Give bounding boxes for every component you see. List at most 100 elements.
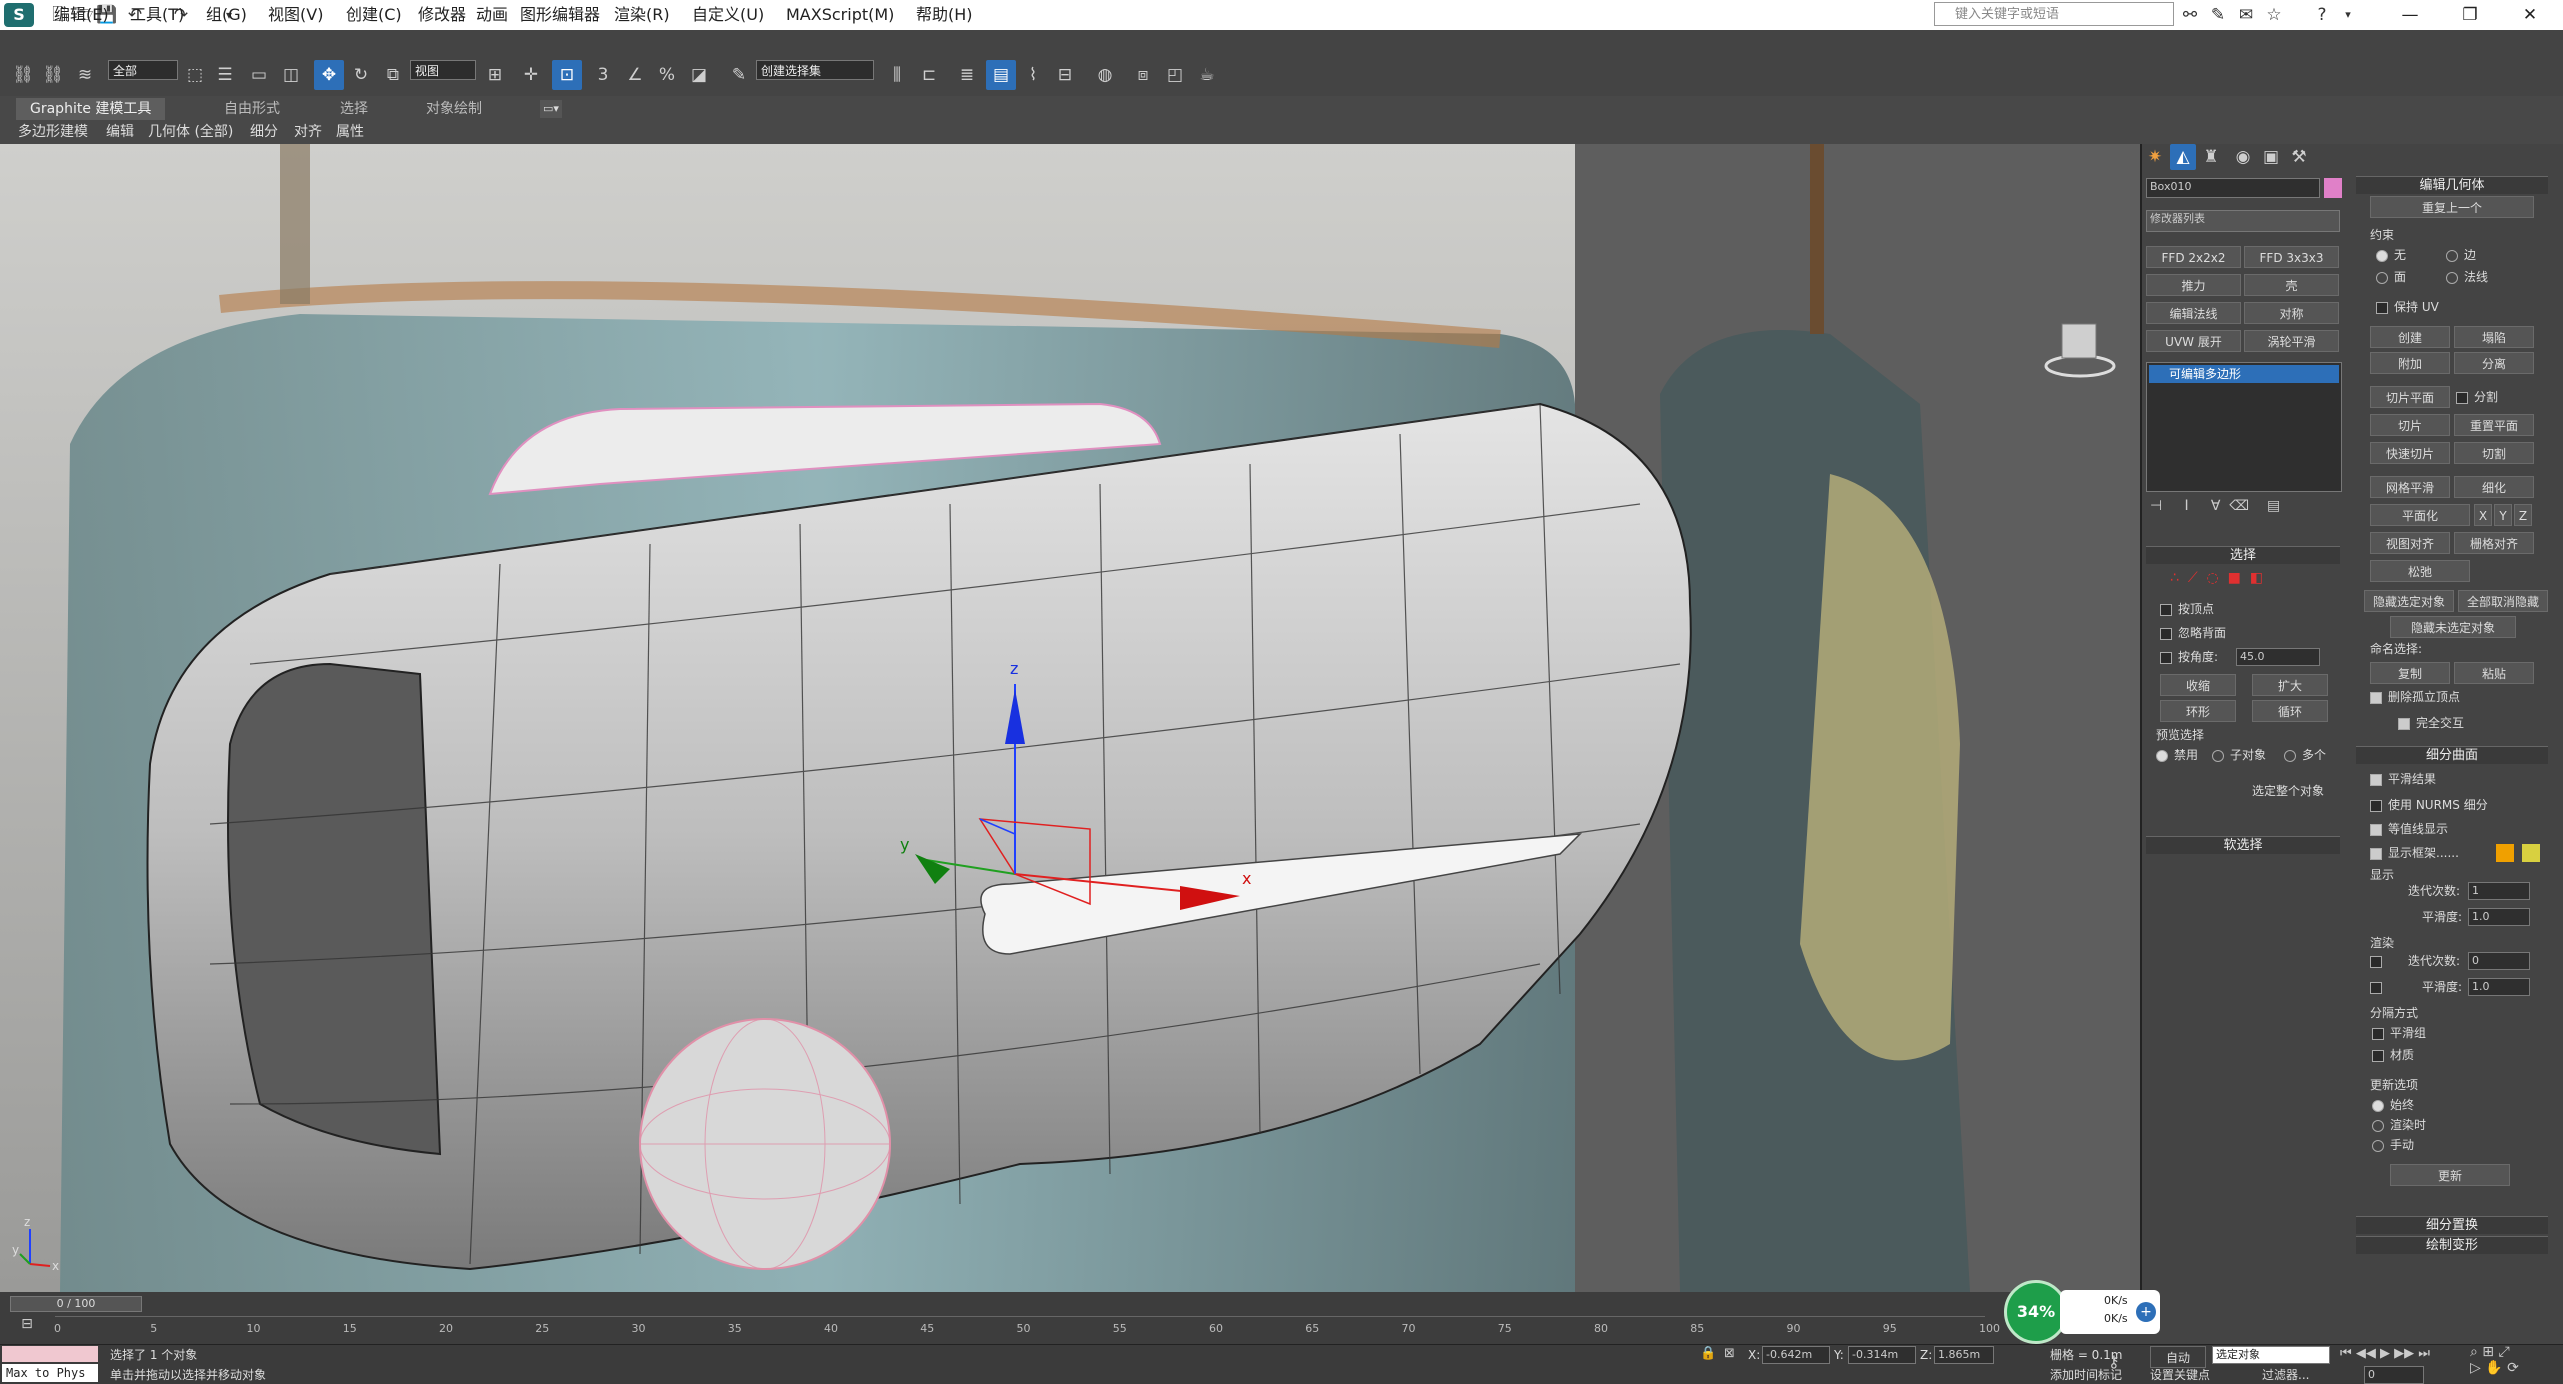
maximize-icon[interactable]: ❐ (2440, 0, 2500, 30)
render-smoothness-checkbox[interactable] (2370, 978, 2388, 996)
cage-color-swatch-1[interactable] (2496, 844, 2514, 862)
menu-edit[interactable]: 编辑(E) (54, 3, 109, 27)
render-iterations-checkbox[interactable] (2370, 952, 2388, 970)
materials-checkbox[interactable]: 材质 (2372, 1046, 2414, 1064)
isoline-display-checkbox[interactable]: 等值线显示 (2370, 820, 2448, 838)
paste-button[interactable]: 粘贴 (2454, 662, 2534, 684)
update-button[interactable]: 更新 (2390, 1164, 2510, 1186)
ignore-backface-checkbox[interactable]: 忽略背面 (2160, 624, 2226, 642)
render-iterations-spinner[interactable]: 0 (2468, 952, 2530, 970)
ribbon-tab-freeform[interactable]: 自由形式 (210, 98, 294, 120)
ffd-2x2x2-button[interactable]: FFD 2x2x2 (2146, 246, 2241, 268)
show-end-result-icon[interactable]: Ⅰ (2184, 498, 2188, 514)
update-manual-radio[interactable]: 手动 (2372, 1136, 2414, 1154)
zoom-all-icon[interactable]: ⊞ (2482, 1344, 2494, 1360)
spinner-snap-icon[interactable]: ◪ (684, 60, 714, 90)
help-icon[interactable]: ? (2308, 2, 2336, 28)
paint-deformation-rollout-header[interactable]: 绘制变形 (2356, 1236, 2548, 1254)
manipulate-icon[interactable]: ✛ (516, 60, 546, 90)
make-unique-icon[interactable]: ∀ (2211, 498, 2221, 514)
ribbon-subdivision[interactable]: 细分 (250, 121, 278, 143)
align-icon[interactable]: ⊏ (914, 60, 944, 90)
cage-color-swatch-2[interactable] (2522, 844, 2540, 862)
object-name-field[interactable]: Box010 (2146, 178, 2320, 198)
tessellate-button[interactable]: 细化 (2454, 476, 2534, 498)
prev-frame-icon[interactable]: ◀◀ (2356, 1346, 2376, 1361)
ribbon-geometry-all[interactable]: 几何体 (全部) (148, 121, 233, 143)
constraint-edge-radio[interactable]: 边 (2446, 246, 2476, 264)
bind-space-warp-icon[interactable]: ≋ (70, 60, 100, 90)
vertex-icon[interactable]: ∴ (2170, 570, 2179, 586)
help-dropdown-icon[interactable]: ▾ (2334, 2, 2362, 28)
layer-manager-icon[interactable]: ≣ (952, 60, 982, 90)
full-interactivity-checkbox[interactable]: 完全交互 (2398, 714, 2464, 732)
select-and-scale-icon[interactable]: ⧉ (378, 60, 408, 90)
ribbon-options-icon[interactable]: ▭▾ (540, 100, 562, 118)
selection-filter-dropdown[interactable]: 全部 (108, 60, 178, 80)
collapse-button[interactable]: 塌陷 (2454, 326, 2534, 348)
subdivision-surface-rollout-header[interactable]: 细分曲面 (2356, 746, 2548, 764)
detach-button[interactable]: 分离 (2454, 352, 2534, 374)
pivot-center-icon[interactable]: ⊞ (480, 60, 510, 90)
app-logo-icon[interactable]: S (4, 3, 34, 27)
motion-tab-icon[interactable]: ◉ (2230, 144, 2256, 170)
copy-button[interactable]: 复制 (2370, 662, 2450, 684)
preview-subobject-radio[interactable]: 子对象 (2212, 746, 2266, 764)
plus-icon[interactable]: + (2136, 1302, 2156, 1322)
ribbon-tab-object-paint[interactable]: 对象绘制 (412, 98, 496, 120)
menu-create[interactable]: 创建(C) (346, 3, 402, 27)
delete-isolated-checkbox[interactable]: 删除孤立顶点 (2370, 688, 2460, 706)
key-filters-button[interactable]: 过滤器... (2262, 1366, 2309, 1384)
menu-view[interactable]: 视图(V) (268, 3, 323, 27)
select-and-rotate-icon[interactable]: ↻ (346, 60, 376, 90)
select-object-icon[interactable]: ⬚ (180, 60, 210, 90)
menu-group[interactable]: 组(G) (206, 3, 247, 27)
polygon-icon[interactable]: ■ (2228, 570, 2241, 586)
selection-rollout-header[interactable]: 选择 (2146, 546, 2340, 564)
render-production-icon[interactable]: ☕ (1192, 60, 1222, 90)
preserve-uv-checkbox[interactable]: 保持 UV (2376, 298, 2439, 316)
create-tab-icon[interactable]: ✷ (2142, 144, 2168, 170)
x-coord-field[interactable]: -0.642m (1762, 1346, 1830, 1364)
planarize-y-button[interactable]: Y (2494, 504, 2512, 526)
communication-icon[interactable]: ✉ (2232, 2, 2260, 28)
edge-icon[interactable]: ⟋ (2188, 570, 2198, 586)
soft-selection-rollout-header[interactable]: 软选择 (2146, 836, 2340, 854)
play-icon[interactable]: ▶ (2380, 1346, 2390, 1361)
curve-editor-icon[interactable]: ⌇ (1018, 60, 1048, 90)
unhide-all-button[interactable]: 全部取消隐藏 (2458, 590, 2548, 612)
preview-off-radio[interactable]: 禁用 (2156, 746, 2198, 764)
menu-maxscript[interactable]: MAXScript(M) (786, 3, 894, 27)
object-color-swatch[interactable] (2324, 178, 2342, 198)
y-coord-field[interactable]: -0.314m (1848, 1346, 1916, 1364)
turbosmooth-button[interactable]: 涡轮平滑 (2244, 330, 2339, 352)
reference-coordinate-dropdown[interactable]: 视图 (410, 60, 476, 80)
split-checkbox[interactable]: 分割 (2456, 388, 2498, 406)
slice-plane-button[interactable]: 切片平面 (2370, 386, 2450, 408)
goto-end-icon[interactable]: ⏭ (2418, 1346, 2430, 1361)
cut-button[interactable]: 切割 (2454, 442, 2534, 464)
mirror-icon[interactable]: ⫼ (882, 60, 912, 90)
ring-button[interactable]: 环形 (2160, 700, 2236, 722)
view-align-button[interactable]: 视图对齐 (2370, 532, 2450, 554)
schematic-view-icon[interactable]: ⊟ (1050, 60, 1080, 90)
planarize-x-button[interactable]: X (2474, 504, 2492, 526)
menu-customize[interactable]: 自定义(U) (692, 3, 764, 27)
ribbon-tab-selection[interactable]: 选择 (326, 98, 382, 120)
absolute-mode-icon[interactable]: ⊠ (1724, 1346, 1738, 1362)
use-nurms-checkbox[interactable]: 使用 NURMS 细分 (2370, 796, 2488, 814)
select-and-move-icon[interactable]: ✥ (314, 60, 344, 90)
planarize-z-button[interactable]: Z (2514, 504, 2532, 526)
menu-help[interactable]: 帮助(H) (916, 3, 973, 27)
display-tab-icon[interactable]: ▣ (2258, 144, 2284, 170)
perspective-viewport[interactable]: z x y z x y (0, 144, 2140, 1292)
time-slider[interactable]: 0 / 100 (10, 1296, 142, 1312)
ribbon-poly-modeling[interactable]: 多边形建模 (18, 121, 88, 143)
hide-selected-button[interactable]: 隐藏选定对象 (2364, 590, 2454, 612)
select-by-name-icon[interactable]: ☰ (210, 60, 240, 90)
quickslice-button[interactable]: 快速切片 (2370, 442, 2450, 464)
render-setup-icon[interactable]: ⧈ (1128, 60, 1158, 90)
shrink-button[interactable]: 收缩 (2160, 674, 2236, 696)
smoothing-groups-checkbox[interactable]: 平滑组 (2372, 1024, 2426, 1042)
pin-stack-icon[interactable]: ⊣ (2150, 498, 2162, 514)
